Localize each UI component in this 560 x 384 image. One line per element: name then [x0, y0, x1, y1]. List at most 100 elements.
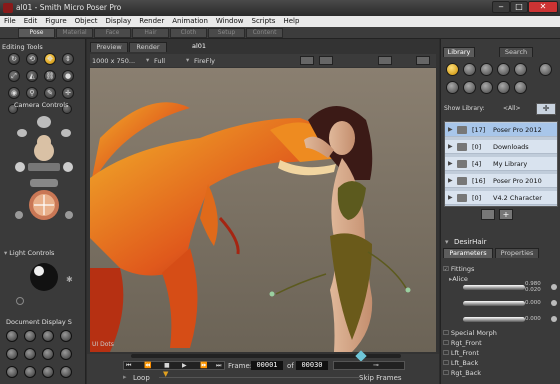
hands-category-icon[interactable] — [514, 63, 527, 76]
color-tool-icon[interactable]: ● — [62, 70, 74, 82]
camera-controls-widget[interactable] — [8, 111, 80, 239]
param-section[interactable]: ☐ Lft_Front — [443, 349, 559, 358]
translate-in-out-icon[interactable]: ⇕ — [62, 53, 74, 65]
param-section[interactable]: ☐ Lft_Back — [443, 359, 559, 368]
section-checkbox-icon[interactable]: ☐ — [443, 339, 449, 347]
menu-help[interactable]: Help — [279, 16, 303, 25]
param-dial[interactable] — [463, 285, 525, 290]
menu-file[interactable]: File — [0, 16, 20, 25]
param-value[interactable]: 0.020 — [525, 287, 541, 293]
menu-figure[interactable]: Figure — [41, 16, 70, 25]
light-add-icon[interactable]: ✱ — [66, 275, 73, 284]
menu-edit[interactable]: Edit — [20, 16, 42, 25]
render-size-dropdown[interactable]: 1000 x 750... — [92, 57, 135, 65]
room-tab-face[interactable]: Face — [94, 28, 131, 38]
room-tab-setup[interactable]: Setup — [208, 28, 245, 38]
skip-frames-toggle[interactable]: Skip Frames — [359, 374, 402, 382]
cameras-category-icon[interactable] — [480, 81, 493, 94]
param-group-fittings[interactable]: ☑ Fittings — [443, 265, 559, 274]
go-to-start-icon[interactable]: ⏮ — [126, 362, 131, 370]
param-menu-icon[interactable] — [551, 284, 557, 290]
menu-display[interactable]: Display — [101, 16, 135, 25]
display-style-lit-wire-icon[interactable] — [6, 348, 18, 360]
light-sphere-widget[interactable] — [28, 261, 60, 293]
param-section[interactable]: ☐ Rgt_Back — [443, 369, 559, 378]
tab-al01[interactable]: al01 — [188, 42, 210, 52]
library-row[interactable]: ▶ [16] Poser Pro 2010 — [445, 174, 557, 188]
library-folder-icon[interactable] — [481, 209, 495, 220]
tab-parameters[interactable]: Parameters — [443, 248, 493, 258]
section-checkbox-icon[interactable]: ☐ — [443, 329, 449, 337]
hair-category-icon[interactable] — [497, 63, 510, 76]
menu-render[interactable]: Render — [135, 16, 168, 25]
tab-library[interactable]: Library — [443, 47, 475, 57]
add-library-icon[interactable]: ✛ — [536, 103, 556, 115]
room-tab-pose[interactable]: Pose — [18, 28, 55, 38]
menu-object[interactable]: Object — [71, 16, 102, 25]
show-library-dropdown[interactable]: <All> — [503, 105, 521, 112]
lights-category-icon[interactable] — [463, 81, 476, 94]
stop-icon[interactable]: ■ — [164, 362, 170, 369]
direct-manipulation-icon[interactable]: ✛ — [62, 87, 74, 99]
view-magnifier-icon[interactable]: ⚲ — [26, 87, 38, 99]
section-checkbox-icon[interactable]: ☐ — [443, 369, 449, 377]
loop-handle-icon[interactable]: ▼ — [163, 370, 168, 378]
tab-render[interactable]: Render — [129, 42, 167, 52]
expand-arrow-icon[interactable]: ▶ — [448, 143, 453, 150]
display-style-silhouette-icon[interactable] — [6, 330, 18, 342]
area-render-icon[interactable] — [378, 56, 392, 65]
collapse-arrow-icon[interactable]: ▾ — [445, 238, 449, 246]
menu-animation[interactable]: Animation — [168, 16, 212, 25]
display-style-outline-icon[interactable] — [24, 330, 36, 342]
current-frame-field[interactable]: 00001 — [251, 361, 283, 370]
display-style-texture-icon[interactable] — [60, 348, 72, 360]
loop-toggle[interactable]: Loop — [133, 374, 150, 382]
poses-category-icon[interactable] — [463, 63, 476, 76]
display-style-preview-icon[interactable] — [60, 366, 72, 378]
menu-window[interactable]: Window — [212, 16, 248, 25]
translate-tool-icon[interactable]: ✥ — [44, 53, 56, 65]
param-value[interactable]: 0.000 — [525, 316, 541, 322]
close-button[interactable]: ✕ — [528, 1, 558, 13]
maximize-button[interactable]: □ — [510, 1, 528, 13]
render-viewport[interactable] — [90, 68, 436, 352]
room-tab-cloth[interactable]: Cloth — [170, 28, 207, 38]
play-icon[interactable]: ▶ — [182, 362, 187, 369]
grouping-tool-icon[interactable]: ◉ — [8, 87, 20, 99]
twist-tool-icon[interactable]: ⟲ — [26, 53, 38, 65]
display-style-sketch-icon[interactable] — [42, 366, 54, 378]
light-target-icon[interactable] — [16, 297, 24, 305]
keyframe-controls[interactable] — [333, 361, 405, 370]
group-checkbox-icon[interactable]: ☑ — [443, 265, 449, 273]
param-value[interactable]: 0.000 — [525, 300, 541, 306]
display-style-shaded-icon[interactable] — [6, 366, 18, 378]
param-section[interactable]: ☐ Special Morph — [443, 329, 559, 338]
total-frames-field[interactable]: 00030 — [296, 361, 328, 370]
step-back-icon[interactable]: ⏪ — [144, 362, 151, 369]
library-row[interactable]: ▶ [0] Downloads — [445, 140, 557, 154]
timeline-playhead[interactable] — [354, 350, 367, 362]
render-settings-icon[interactable] — [300, 56, 314, 65]
display-style-wireframe-icon[interactable] — [42, 330, 54, 342]
menu-scripts[interactable]: Scripts — [248, 16, 280, 25]
expand-arrow-icon[interactable]: ▶ — [448, 177, 453, 184]
display-style-hidden-line-icon[interactable] — [60, 330, 72, 342]
chain-break-icon[interactable]: ⛓ — [44, 70, 56, 82]
tab-preview[interactable]: Preview — [90, 42, 128, 52]
param-menu-icon[interactable] — [551, 300, 557, 306]
room-tab-hair[interactable]: Hair — [132, 28, 169, 38]
library-row[interactable]: ▶ [17] Poser Pro 2012 — [445, 123, 557, 137]
display-style-toon-icon[interactable] — [24, 366, 36, 378]
rotate-tool-icon[interactable]: ↻ — [8, 53, 20, 65]
minimize-button[interactable]: ‒ — [492, 1, 510, 13]
param-section[interactable]: ☐ Rgt_Front — [443, 339, 559, 348]
param-sub-alice[interactable]: ▸Alice — [449, 275, 560, 284]
display-style-smooth-icon[interactable] — [42, 348, 54, 360]
tab-properties[interactable]: Properties — [495, 248, 539, 258]
materials-category-icon[interactable] — [497, 81, 510, 94]
taper-tool-icon[interactable]: ◭ — [26, 70, 38, 82]
room-tab-content[interactable]: Content — [246, 28, 283, 38]
param-dial[interactable] — [463, 317, 525, 322]
room-tab-material[interactable]: Material — [56, 28, 93, 38]
fit-dropdown[interactable]: Full — [154, 57, 165, 65]
